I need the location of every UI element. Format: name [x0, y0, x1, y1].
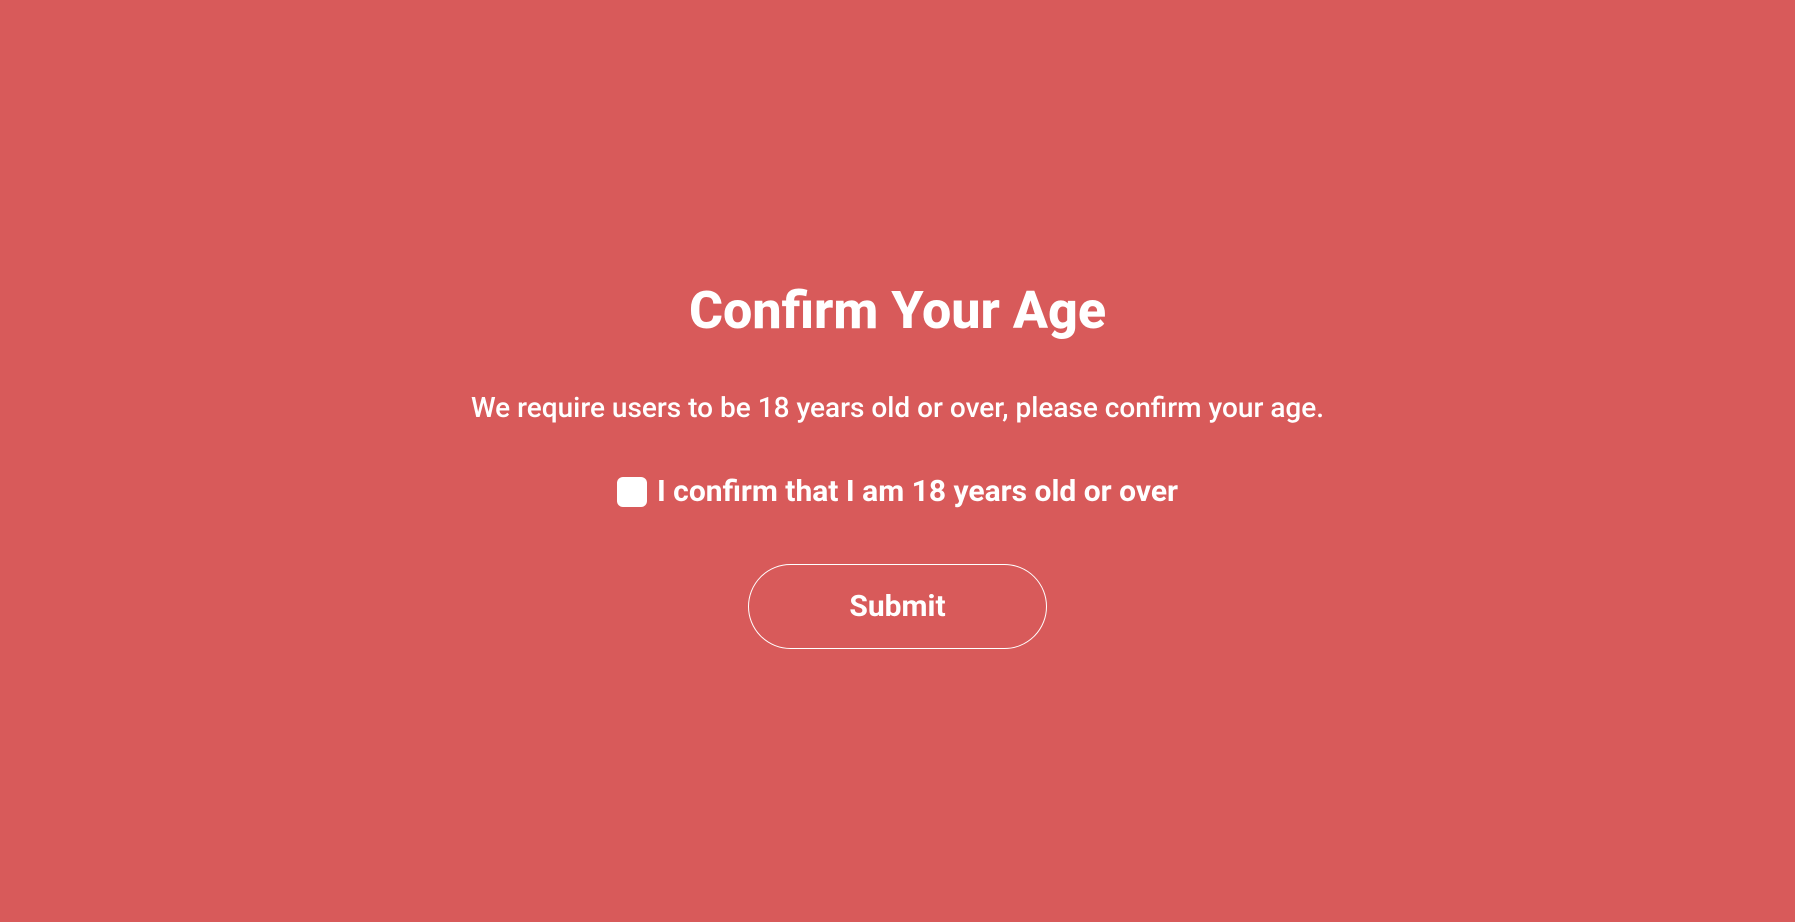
- confirm-age-checkbox-row[interactable]: I confirm that I am 18 years old or over: [617, 474, 1178, 509]
- age-confirmation-dialog: Confirm Your Age We require users to be …: [471, 280, 1324, 649]
- confirm-age-checkbox[interactable]: [617, 477, 647, 507]
- submit-button[interactable]: Submit: [748, 564, 1046, 649]
- confirm-age-checkbox-label: I confirm that I am 18 years old or over: [657, 474, 1178, 509]
- dialog-description: We require users to be 18 years old or o…: [471, 391, 1324, 424]
- dialog-title: Confirm Your Age: [689, 280, 1106, 341]
